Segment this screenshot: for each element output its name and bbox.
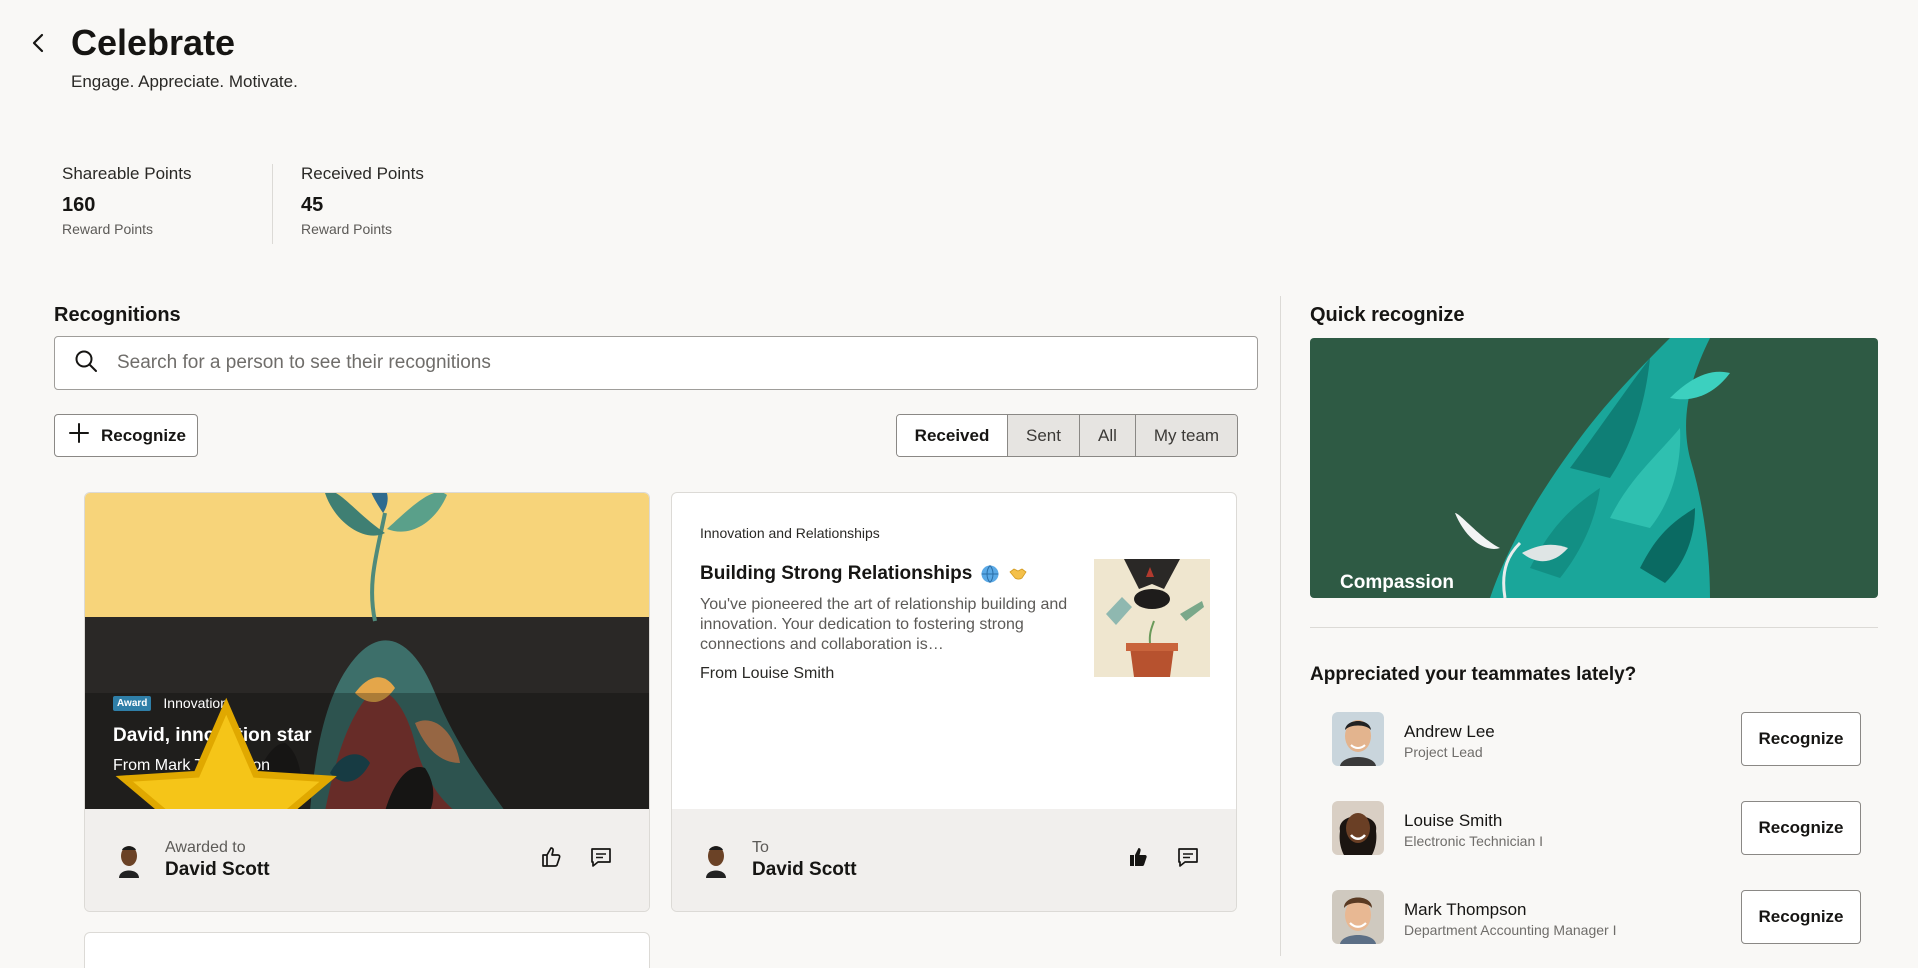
filter-my-team[interactable]: My team xyxy=(1134,415,1238,456)
teammate-row: Mark Thompson Department Accounting Mana… xyxy=(1332,890,1872,944)
recognition-card-partial[interactable] xyxy=(84,932,650,968)
footer-name: David Scott xyxy=(165,859,270,880)
card-title: Building Strong Relationships xyxy=(700,563,973,584)
teammate-row: Andrew Lee Project Lead Recognize xyxy=(1332,712,1872,766)
quick-banner-label: Compassion xyxy=(1340,572,1455,593)
card-footer: Awarded to David Scott xyxy=(85,809,649,911)
quick-recognize-title: Quick recognize xyxy=(1310,304,1465,326)
received-points-label: Received Points xyxy=(301,164,424,183)
recognition-filter: Received Sent All My team xyxy=(896,414,1239,457)
teammate-name: Louise Smith xyxy=(1404,811,1503,830)
card-category: Innovation and Relationships xyxy=(700,525,880,541)
received-points: Received Points 45 Reward Points xyxy=(272,164,482,244)
footer-label: To xyxy=(752,839,769,856)
card-from: From Louise Smith xyxy=(700,665,835,682)
quick-divider xyxy=(1310,627,1878,628)
teammate-name: Mark Thompson xyxy=(1404,900,1527,919)
avatar xyxy=(1332,712,1384,766)
plus-icon xyxy=(67,421,101,450)
recognition-thumbnail xyxy=(1094,559,1210,677)
card-actions xyxy=(1126,845,1200,869)
star-icon xyxy=(115,697,339,907)
received-points-value: 45 xyxy=(301,194,324,216)
handshake-icon xyxy=(1008,564,1028,584)
avatar xyxy=(700,842,732,878)
search-input[interactable] xyxy=(117,352,1117,374)
recognize-button-label: Recognize xyxy=(101,425,187,445)
search-icon xyxy=(73,348,99,379)
card-footer-text: Awarded to David Scott xyxy=(165,839,270,881)
card-description: You've pioneered the art of relationship… xyxy=(700,596,1068,653)
received-points-unit: Reward Points xyxy=(301,221,393,237)
thumbs-up-icon[interactable] xyxy=(539,845,563,869)
teammate-row: Louise Smith Electronic Technician I Rec… xyxy=(1332,801,1872,855)
award-title-row: David, innovation star xyxy=(113,697,339,907)
back-chevron-icon[interactable] xyxy=(28,30,50,56)
award-hero-image: Award Innovation David, innovation star … xyxy=(85,493,649,907)
card-footer-text: To David Scott xyxy=(752,839,857,881)
shareable-points: Shareable Points 160 Reward Points xyxy=(62,164,272,244)
teammate-role: Electronic Technician I xyxy=(1404,833,1544,849)
recognize-button[interactable]: Recognize xyxy=(54,414,198,457)
card-actions xyxy=(539,845,613,869)
shareable-points-label: Shareable Points xyxy=(62,164,192,183)
globe-icon xyxy=(980,564,1000,584)
search-field[interactable] xyxy=(54,336,1258,390)
filter-received[interactable]: Received xyxy=(897,415,1007,456)
award-hero-text: Award Innovation David, innovation star … xyxy=(113,695,339,907)
recognize-andrew-lee-button[interactable]: Recognize xyxy=(1741,712,1861,766)
footer-label: Awarded to xyxy=(165,839,246,856)
avatar xyxy=(1332,890,1384,944)
teammate-role: Department Accounting Manager I xyxy=(1404,922,1617,938)
shareable-points-value: 160 xyxy=(62,194,96,216)
filter-all[interactable]: All xyxy=(1078,415,1135,456)
card-title-row: Building Strong Relationships xyxy=(700,563,1028,585)
filter-sent[interactable]: Sent xyxy=(1007,415,1079,456)
footer-name: David Scott xyxy=(752,859,857,880)
thumbs-up-icon[interactable] xyxy=(1126,845,1150,869)
column-divider xyxy=(1280,296,1281,956)
quick-recognize-banner[interactable]: Compassion xyxy=(1310,338,1878,598)
teammate-name: Andrew Lee xyxy=(1404,722,1495,741)
avatar xyxy=(113,842,145,878)
comment-icon[interactable] xyxy=(589,845,613,869)
recognition-card[interactable]: Innovation and Relationships Building St… xyxy=(671,492,1237,912)
shareable-points-unit: Reward Points xyxy=(62,221,154,237)
recognize-mark-thompson-button[interactable]: Recognize xyxy=(1741,890,1861,944)
recognize-louise-smith-button[interactable]: Recognize xyxy=(1741,801,1861,855)
teammates-prompt: Appreciated your teammates lately? xyxy=(1310,664,1637,685)
teammate-role: Project Lead xyxy=(1404,744,1483,760)
page-title: Celebrate xyxy=(71,22,236,63)
recognition-card[interactable]: Award Innovation David, innovation star … xyxy=(84,492,650,912)
points-summary: Shareable Points 160 Reward Points Recei… xyxy=(62,164,482,244)
recognitions-title: Recognitions xyxy=(54,304,181,326)
avatar xyxy=(1332,801,1384,855)
page-subtitle: Engage. Appreciate. Motivate. xyxy=(71,72,298,91)
comment-icon[interactable] xyxy=(1176,845,1200,869)
card-footer: To David Scott xyxy=(672,809,1236,911)
